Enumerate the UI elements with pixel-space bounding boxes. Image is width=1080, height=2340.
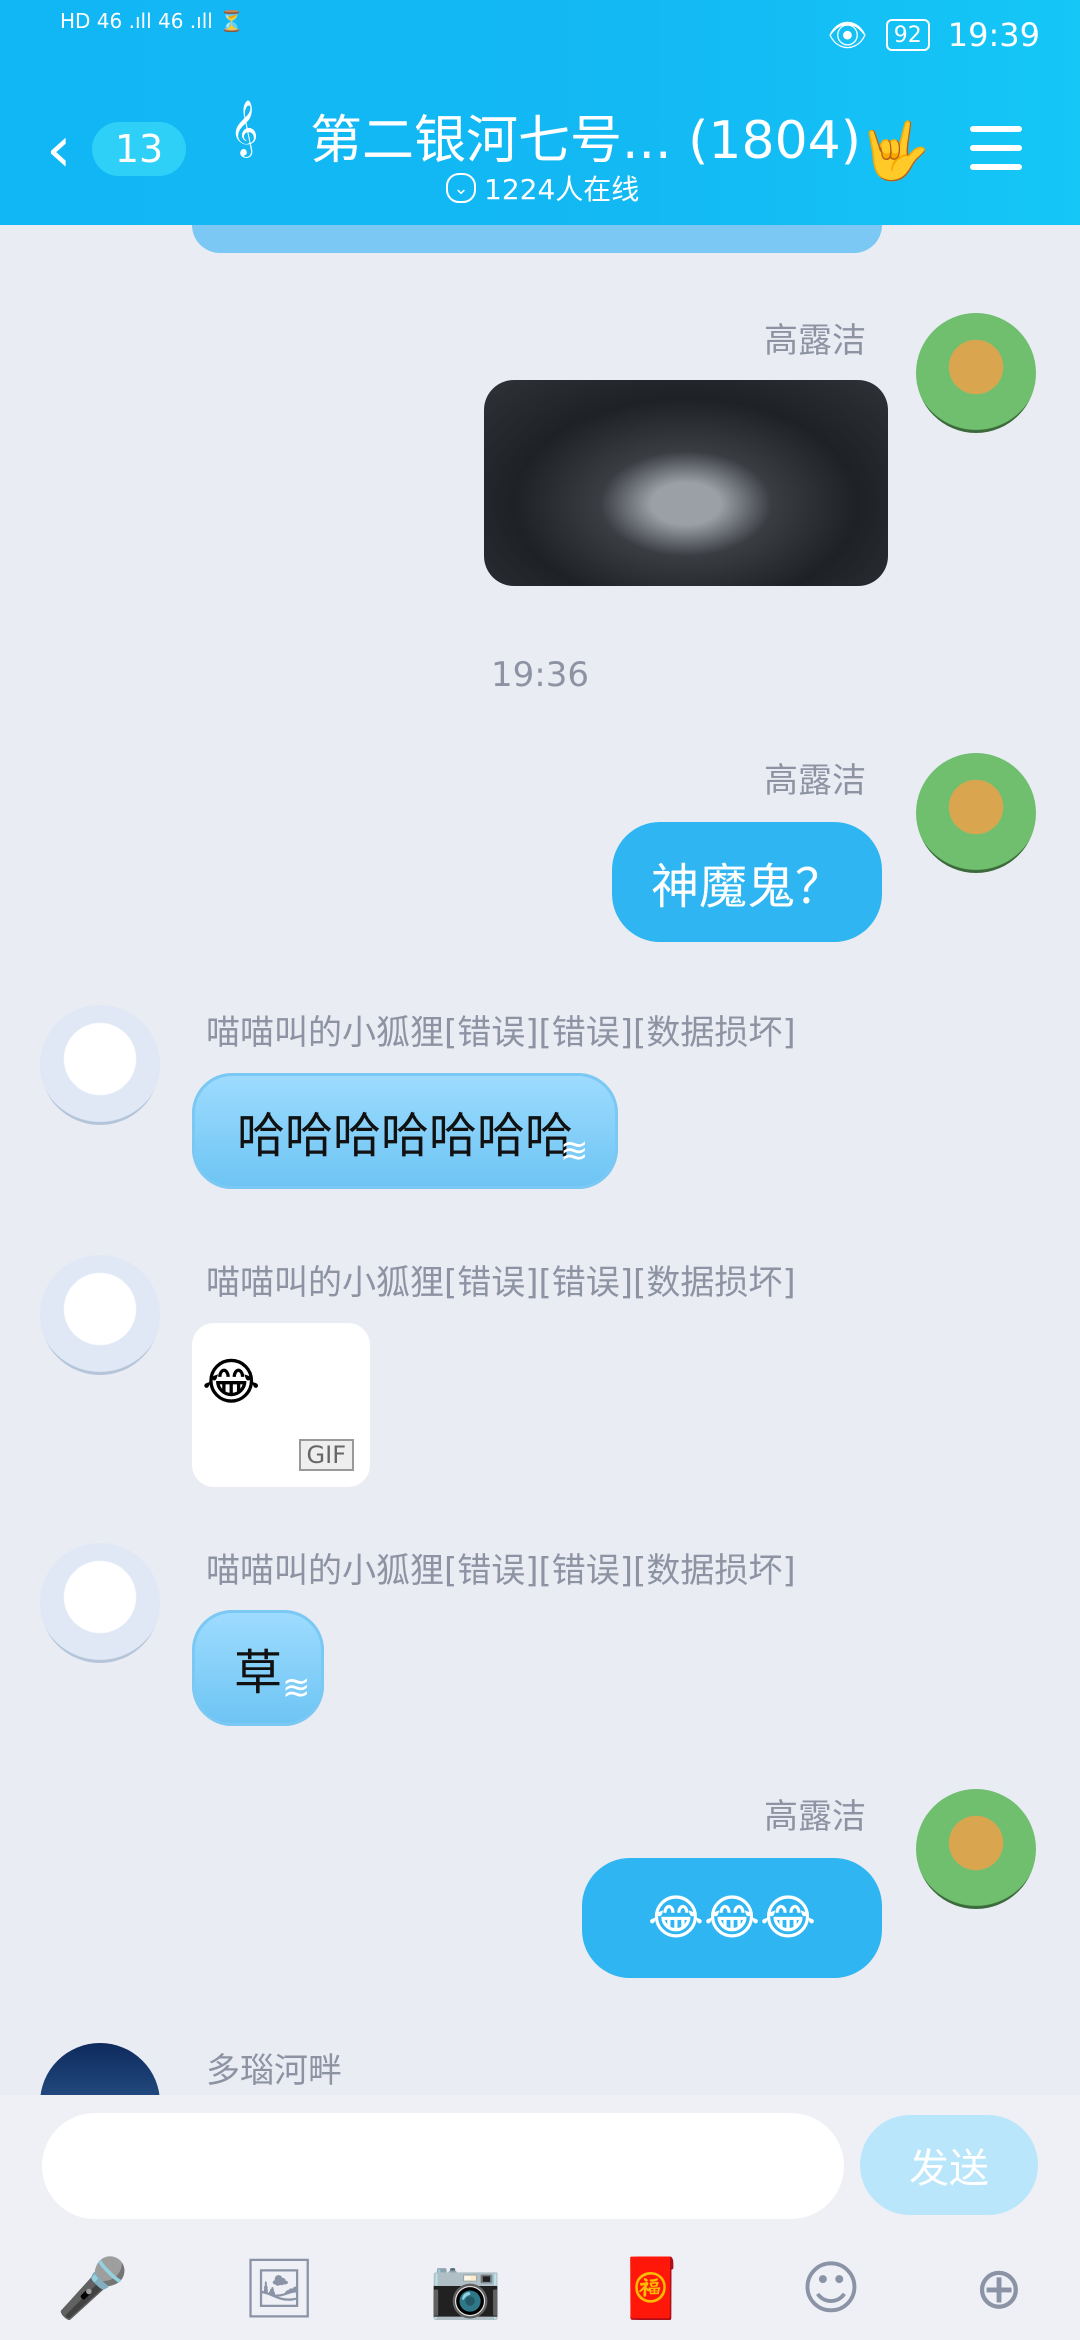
sender-name: 喵喵叫的小狐狸[错误][错误][数据损坏] bbox=[206, 1263, 796, 1303]
crying-emoji-icon: 😂 bbox=[202, 1353, 261, 1411]
sender-name: 高露洁 bbox=[764, 321, 866, 361]
sender-name: 多瑙河畔 bbox=[206, 2051, 342, 2091]
mic-icon[interactable]: 🎤 bbox=[57, 2254, 129, 2323]
message-bubble[interactable]: 😂😂😂 bbox=[582, 1858, 882, 1978]
back-icon[interactable]: ‹ bbox=[46, 118, 72, 182]
message-image[interactable] bbox=[484, 380, 888, 586]
hand-gesture-icon[interactable]: 🤟 bbox=[860, 118, 930, 184]
online-count: 1224人在线 bbox=[484, 173, 640, 206]
status-right: 👁 92 19:39 bbox=[827, 16, 1040, 54]
timestamp: 19:36 bbox=[491, 655, 589, 695]
emoji-icon[interactable]: ☺ bbox=[801, 2254, 861, 2322]
avatar[interactable] bbox=[40, 1255, 160, 1375]
wave-decoration-icon: ≋ bbox=[282, 1668, 311, 1708]
gif-badge: GIF bbox=[298, 1439, 354, 1471]
avatar[interactable] bbox=[916, 753, 1036, 873]
chat-title[interactable]: 第二银河七号... (1804) bbox=[310, 98, 861, 173]
avatar[interactable] bbox=[916, 1789, 1036, 1909]
menu-icon[interactable] bbox=[970, 126, 1022, 170]
eye-icon: 👁 bbox=[827, 16, 868, 54]
image-icon[interactable]: 🖼 bbox=[242, 2254, 316, 2323]
message-input[interactable] bbox=[42, 2113, 844, 2219]
ear-icon[interactable]: 𝄞 bbox=[230, 100, 258, 157]
avatar[interactable] bbox=[40, 1005, 160, 1125]
chat-list[interactable]: 高露洁 19:36 高露洁 神魔鬼？ 喵喵叫的小狐狸[错误][错误][数据损坏]… bbox=[0, 225, 1080, 2163]
sender-name: 喵喵叫的小狐狸[错误][错误][数据损坏] bbox=[206, 1551, 796, 1591]
battery-level: 92 bbox=[885, 19, 930, 51]
unread-badge[interactable]: 13 bbox=[92, 122, 186, 176]
sender-name: 高露洁 bbox=[764, 761, 866, 801]
camera-icon[interactable]: 📷 bbox=[429, 2254, 501, 2323]
message-bubble-partial bbox=[192, 225, 882, 253]
toolbar: 🎤 🖼 📷 🧧 ☺ ⊕ bbox=[0, 2243, 1080, 2333]
plus-icon[interactable]: ⊕ bbox=[975, 2254, 1024, 2322]
online-info: ⌄ 1224人在线 bbox=[446, 168, 639, 208]
sender-name: 高露洁 bbox=[764, 1797, 866, 1837]
redpacket-icon[interactable]: 🧧 bbox=[615, 2254, 687, 2323]
avatar[interactable] bbox=[40, 1543, 160, 1663]
top-bar: HD 46 .ıll 46 .ıll ⏳ 👁 92 19:39 ‹ 13 𝄞 第… bbox=[0, 0, 1080, 225]
sender-name: 喵喵叫的小狐狸[错误][错误][数据损坏] bbox=[206, 1013, 796, 1053]
avatar[interactable] bbox=[916, 313, 1036, 433]
message-bubble[interactable]: 神魔鬼？ bbox=[612, 822, 882, 942]
status-signal: HD 46 .ıll 46 .ıll ⏳ bbox=[60, 9, 245, 33]
chevron-down-icon: ⌄ bbox=[446, 173, 476, 203]
message-bubble[interactable]: 哈哈哈哈哈哈哈 bbox=[192, 1073, 618, 1189]
status-time: 19:39 bbox=[947, 16, 1040, 54]
wave-decoration-icon: ≋ bbox=[560, 1131, 589, 1171]
send-button[interactable]: 发送 bbox=[860, 2115, 1038, 2215]
input-bar: 发送 🎤 🖼 📷 🧧 ☺ ⊕ bbox=[0, 2095, 1080, 2340]
gif-sticker[interactable]: 😂 GIF bbox=[192, 1323, 370, 1487]
